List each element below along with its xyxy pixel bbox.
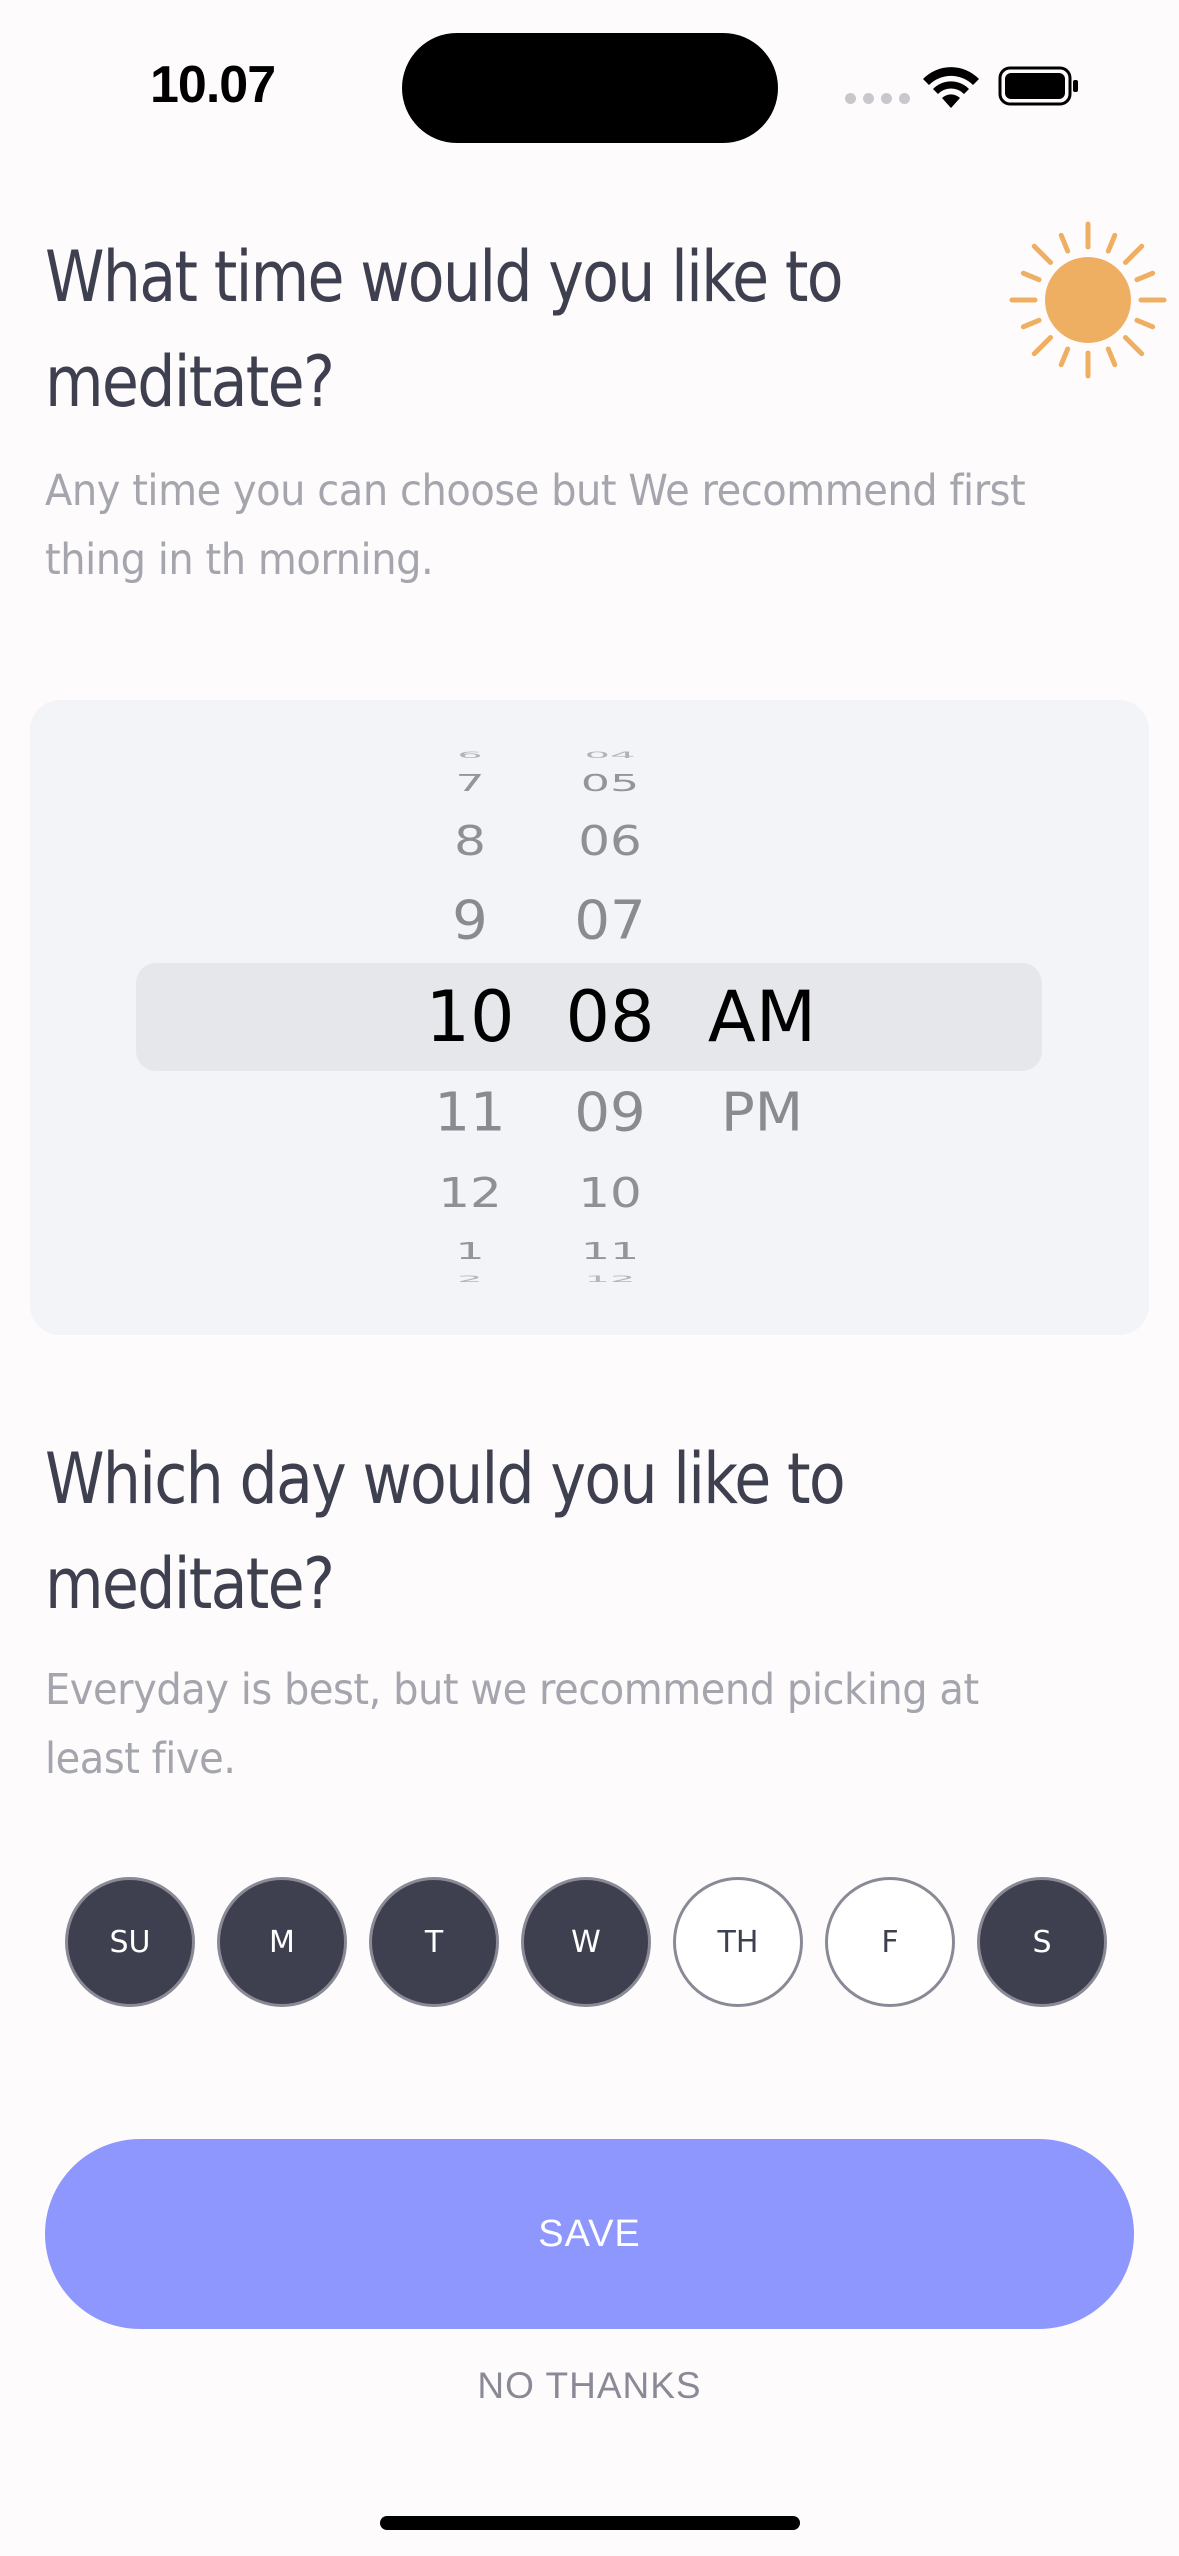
time-picker[interactable]: 6 7 8 9 10 11 12 1 2 04 05 06 07 08 09 10 11 12 AM PM — [30, 700, 1149, 1335]
save-button[interactable]: SAVE — [45, 2139, 1134, 2329]
period-option-selected[interactable]: AM — [662, 982, 862, 1052]
cellular-signal-icon — [845, 93, 910, 104]
time-question-title: What time would you like to meditate? — [45, 236, 844, 423]
day-question-title: Which day would you like to meditate? — [45, 1438, 846, 1625]
day-selector: SU M T W TH F S — [65, 1877, 1115, 2012]
day-toggle-f[interactable]: F — [825, 1877, 955, 2007]
status-bar: 10.07 — [0, 0, 1179, 175]
day-toggle-su[interactable]: SU — [65, 1877, 195, 2007]
status-time: 10.07 — [150, 56, 276, 114]
no-thanks-button[interactable]: NO THANKS — [0, 2365, 1179, 2407]
battery-icon — [998, 66, 1078, 106]
day-toggle-w[interactable]: W — [521, 1877, 651, 2007]
day-question-subtitle: Everyday is best, but we recommend picki… — [45, 1665, 979, 1784]
sun-icon — [1009, 221, 1167, 379]
day-toggle-s[interactable]: S — [977, 1877, 1107, 2007]
day-toggle-m[interactable]: M — [217, 1877, 347, 2007]
day-toggle-t[interactable]: T — [369, 1877, 499, 2007]
dynamic-island — [402, 33, 778, 143]
period-option[interactable]: PM — [662, 1086, 862, 1140]
period-wheel[interactable]: AM PM — [662, 700, 862, 1335]
wifi-icon — [923, 67, 979, 108]
time-question-subtitle: Any time you can choose but We recommend… — [45, 466, 1026, 585]
home-indicator — [380, 2516, 800, 2530]
day-toggle-th[interactable]: TH — [673, 1877, 803, 2007]
